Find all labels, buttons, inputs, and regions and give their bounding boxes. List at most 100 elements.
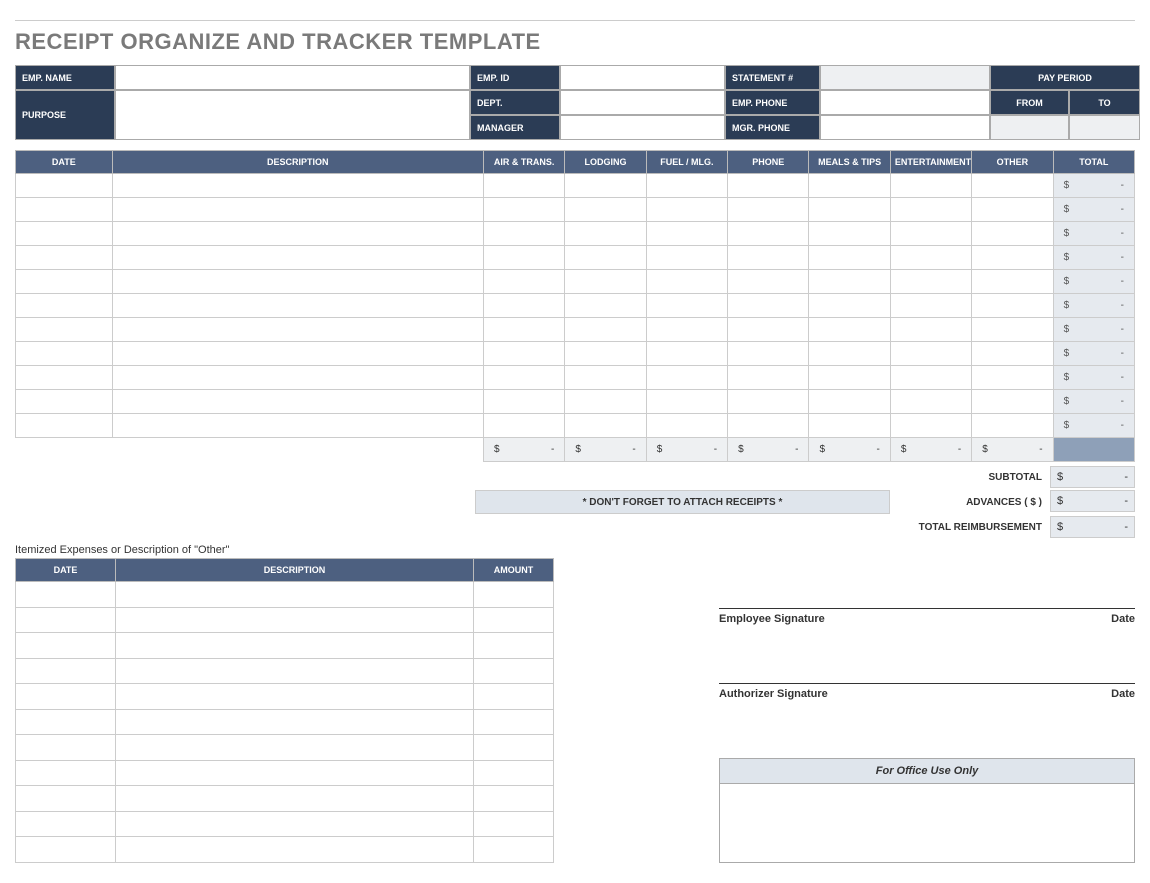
cell[interactable] [112,342,483,366]
cell[interactable] [972,270,1053,294]
cell[interactable] [116,658,474,684]
cell[interactable] [972,198,1053,222]
cell[interactable] [116,709,474,735]
cell[interactable] [16,390,113,414]
input-emp-phone[interactable] [820,90,990,115]
cell[interactable] [116,837,474,863]
cell[interactable] [474,837,554,863]
cell[interactable] [809,174,890,198]
cell[interactable] [16,786,116,812]
cell[interactable] [890,270,971,294]
input-emp-name[interactable] [115,65,470,90]
cell[interactable] [565,318,646,342]
cell[interactable] [646,174,727,198]
cell[interactable] [112,198,483,222]
cell[interactable] [728,414,809,438]
cell[interactable] [565,174,646,198]
cell[interactable] [972,390,1053,414]
cell[interactable] [565,246,646,270]
cell[interactable] [112,318,483,342]
cell[interactable] [646,222,727,246]
cell[interactable] [646,318,727,342]
cell[interactable] [474,607,554,633]
cell[interactable] [890,342,971,366]
cell[interactable] [646,414,727,438]
cell[interactable] [112,270,483,294]
cell[interactable] [483,366,564,390]
cell[interactable] [474,811,554,837]
cell[interactable] [474,735,554,761]
cell[interactable] [890,318,971,342]
cell[interactable] [646,270,727,294]
cell[interactable] [809,366,890,390]
cell[interactable] [16,735,116,761]
cell[interactable] [972,174,1053,198]
input-purpose[interactable] [115,90,470,140]
cell[interactable] [890,366,971,390]
cell[interactable] [646,198,727,222]
cell[interactable] [890,390,971,414]
cell[interactable] [16,658,116,684]
cell[interactable] [112,414,483,438]
cell[interactable] [809,318,890,342]
cell[interactable] [728,318,809,342]
cell[interactable] [728,174,809,198]
cell[interactable] [112,294,483,318]
cell[interactable] [809,246,890,270]
cell[interactable] [116,582,474,608]
cell[interactable] [565,366,646,390]
cell[interactable] [728,342,809,366]
cell[interactable] [565,414,646,438]
cell[interactable] [474,582,554,608]
cell[interactable] [16,294,113,318]
cell[interactable] [16,246,113,270]
cell[interactable] [474,786,554,812]
cell[interactable] [483,246,564,270]
input-from-date[interactable] [990,115,1069,140]
cell[interactable] [16,684,116,710]
cell[interactable] [646,390,727,414]
cell[interactable] [483,294,564,318]
cell[interactable] [483,270,564,294]
cell[interactable] [565,390,646,414]
cell[interactable] [16,222,113,246]
cell[interactable] [474,684,554,710]
cell[interactable] [474,658,554,684]
cell[interactable] [646,366,727,390]
cell[interactable] [483,342,564,366]
cell[interactable] [728,198,809,222]
cell[interactable] [646,342,727,366]
cell[interactable] [16,318,113,342]
input-statement-num[interactable] [820,65,990,90]
cell[interactable] [728,366,809,390]
cell[interactable] [483,198,564,222]
cell[interactable] [809,390,890,414]
cell[interactable] [112,390,483,414]
cell[interactable] [483,222,564,246]
cell[interactable] [116,633,474,659]
cell[interactable] [474,709,554,735]
input-emp-id[interactable] [560,65,725,90]
cell[interactable] [565,222,646,246]
cell[interactable] [972,366,1053,390]
cell[interactable] [474,633,554,659]
cell[interactable] [972,342,1053,366]
cell[interactable] [116,760,474,786]
cell[interactable] [16,414,113,438]
cell[interactable] [972,414,1053,438]
input-dept[interactable] [560,90,725,115]
cell[interactable] [16,366,113,390]
cell[interactable] [890,294,971,318]
cell[interactable] [16,633,116,659]
input-mgr-phone[interactable] [820,115,990,140]
cell[interactable] [809,414,890,438]
cell[interactable] [809,294,890,318]
cell[interactable] [972,318,1053,342]
cell[interactable] [16,607,116,633]
cell[interactable] [16,760,116,786]
cell[interactable] [483,318,564,342]
cell[interactable] [16,174,113,198]
cell[interactable] [483,390,564,414]
cell[interactable] [112,222,483,246]
cell[interactable] [16,837,116,863]
